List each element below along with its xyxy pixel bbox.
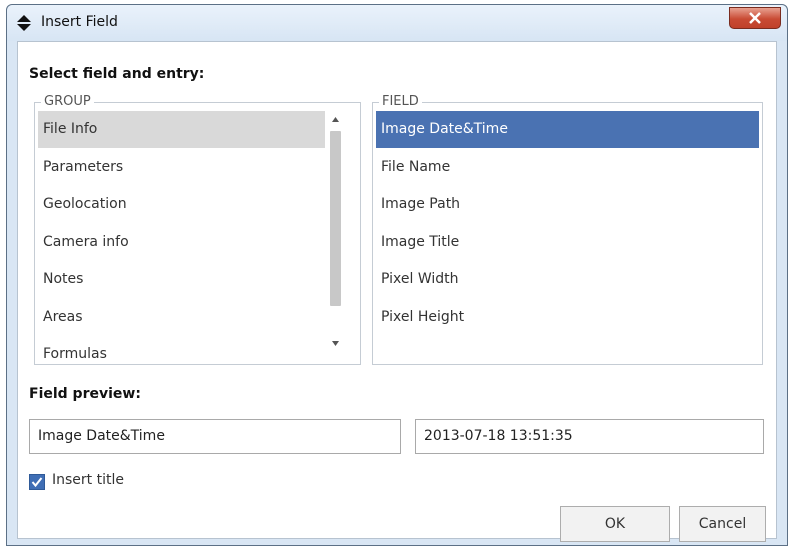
- insert-title-checkbox[interactable]: [29, 474, 45, 490]
- field-item-image-title[interactable]: Image Title: [376, 224, 759, 261]
- insert-field-dialog: Insert Field Select field and entry: GRO…: [6, 4, 788, 546]
- checkmark-icon: [31, 477, 43, 488]
- scroll-up-button[interactable]: [327, 111, 344, 129]
- scroll-thumb[interactable]: [330, 131, 341, 306]
- group-scrollbar[interactable]: [327, 111, 344, 362]
- preview-value-field[interactable]: 2013-07-18 13:51:35: [415, 419, 764, 454]
- scroll-up-arrow-icon: [332, 117, 339, 122]
- field-item-file-name[interactable]: File Name: [376, 149, 759, 186]
- field-item-image-path[interactable]: Image Path: [376, 186, 759, 223]
- field-item-image-date-time[interactable]: Image Date&Time: [376, 111, 759, 148]
- close-button[interactable]: [729, 7, 781, 29]
- window-title: Insert Field: [41, 14, 118, 30]
- group-item-file-info[interactable]: File Info: [38, 111, 325, 148]
- group-item-camera-info[interactable]: Camera info: [38, 224, 325, 261]
- group-item-notes[interactable]: Notes: [38, 261, 325, 298]
- group-legend: GROUP: [41, 94, 94, 109]
- group-item-formulas[interactable]: Formulas: [38, 336, 325, 362]
- ok-button[interactable]: OK: [560, 506, 670, 542]
- scroll-down-button[interactable]: [327, 334, 344, 352]
- field-item-pixel-height[interactable]: Pixel Height: [376, 299, 759, 336]
- group-list[interactable]: File Info Parameters Geolocation Camera …: [38, 111, 325, 362]
- group-item-geolocation[interactable]: Geolocation: [38, 186, 325, 223]
- field-item-pixel-width[interactable]: Pixel Width: [376, 261, 759, 298]
- field-legend: FIELD: [379, 94, 422, 109]
- cancel-button[interactable]: Cancel: [679, 506, 766, 542]
- scroll-down-arrow-icon: [332, 341, 339, 346]
- group-item-parameters[interactable]: Parameters: [38, 149, 325, 186]
- field-list[interactable]: Image Date&Time File Name Image Path Ima…: [376, 111, 759, 362]
- group-item-areas[interactable]: Areas: [38, 299, 325, 336]
- insert-title-label[interactable]: Insert title: [52, 472, 124, 488]
- field-box: FIELD Image Date&Time File Name Image Pa…: [372, 94, 763, 365]
- field-preview-heading: Field preview:: [29, 386, 141, 402]
- title-bar[interactable]: Insert Field: [7, 5, 787, 41]
- select-field-heading: Select field and entry:: [29, 66, 205, 82]
- diamond-arrows-icon: [17, 15, 31, 31]
- preview-name-field[interactable]: Image Date&Time: [29, 419, 401, 454]
- close-icon: [749, 12, 761, 24]
- dialog-body: Select field and entry: GROUP File Info …: [17, 41, 777, 542]
- group-box: GROUP File Info Parameters Geolocation C…: [34, 94, 361, 365]
